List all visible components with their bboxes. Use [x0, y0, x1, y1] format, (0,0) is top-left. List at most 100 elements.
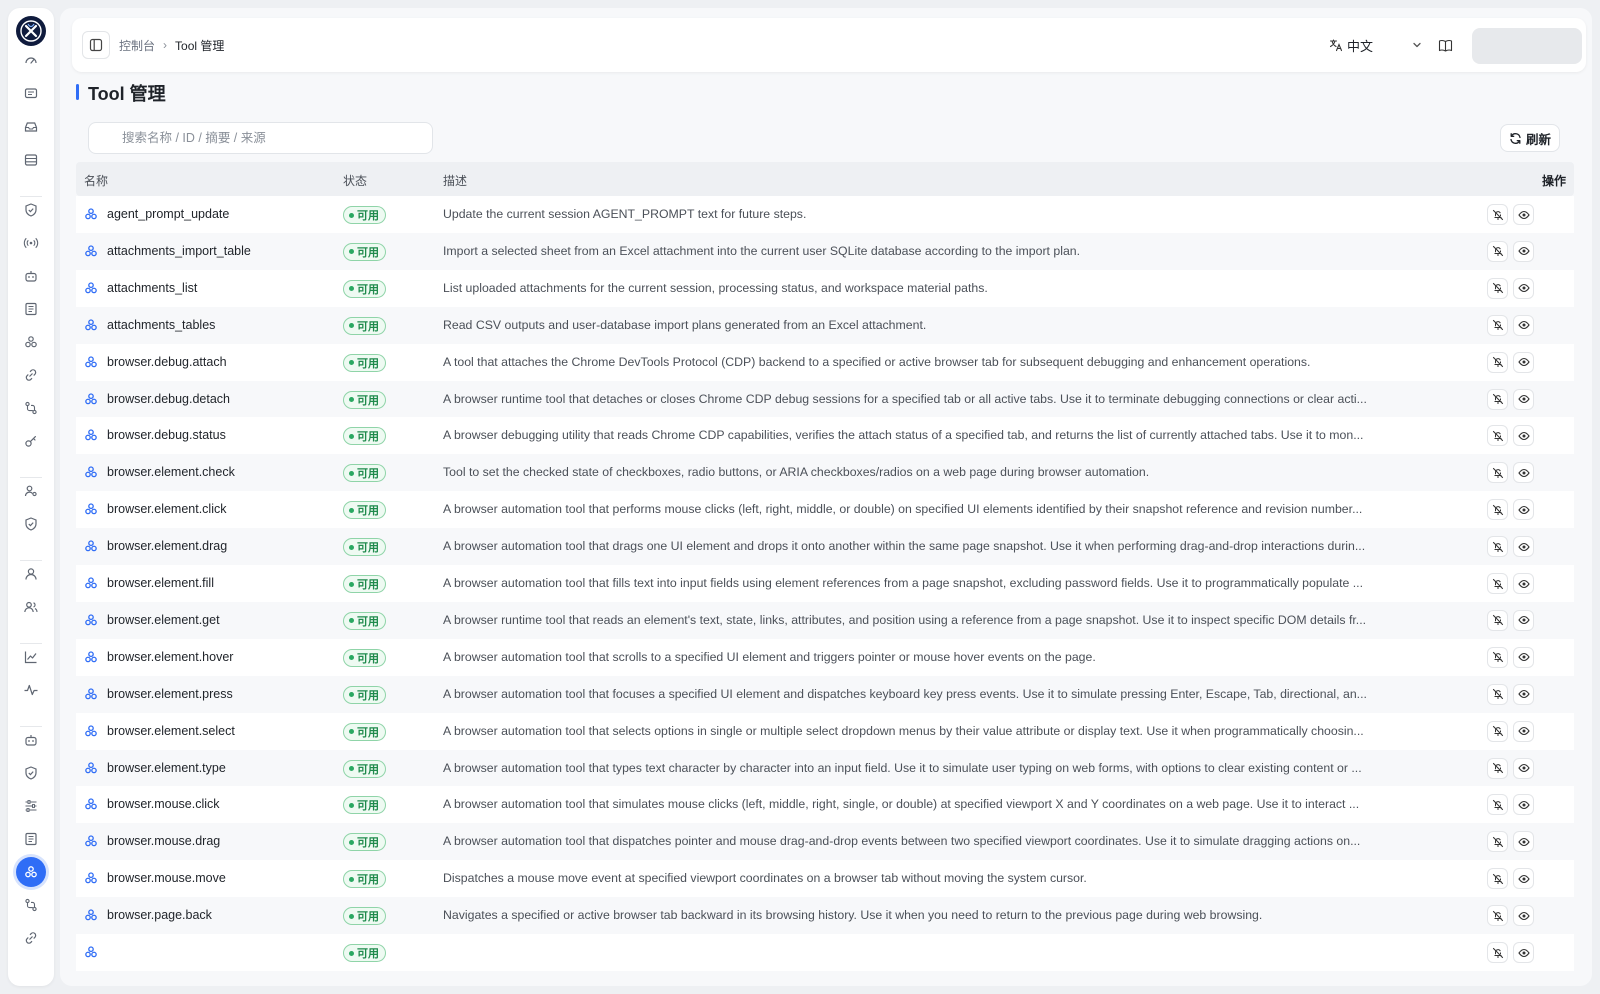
table-row[interactable]: browser.element.select 可用 A browser automa… [76, 712, 1574, 750]
disable-button[interactable] [1487, 683, 1508, 705]
table-row[interactable]: browser.page.back 可用 Navigates a specified… [76, 897, 1574, 935]
x-logo[interactable] [16, 16, 46, 46]
view-button[interactable] [1513, 720, 1534, 742]
table-row[interactable]: attachments_tables 可用 Read CSV outputs and… [76, 306, 1574, 344]
tool-name[interactable]: agent_prompt_update [107, 207, 229, 221]
view-button[interactable] [1513, 204, 1534, 225]
table-row[interactable]: browser.debug.attach 可用 A tool that attach… [76, 343, 1574, 381]
view-button[interactable] [1513, 794, 1534, 816]
view-button[interactable] [1513, 499, 1534, 521]
tool-name[interactable]: browser.element.hover [107, 650, 233, 664]
chevron-down-icon[interactable] [1407, 35, 1427, 55]
disable-button[interactable] [1487, 204, 1508, 225]
disable-button[interactable] [1487, 425, 1508, 447]
tool-name[interactable]: browser.element.press [107, 687, 233, 701]
tool-name[interactable]: browser.mouse.click [107, 797, 220, 811]
breadcrumb-home[interactable]: 控制台 [119, 37, 155, 54]
sidebar-item-activity[interactable] [16, 675, 46, 705]
disable-button[interactable] [1487, 942, 1508, 963]
view-button[interactable] [1513, 462, 1534, 484]
view-button[interactable] [1513, 314, 1534, 336]
sidebar-item-notebook[interactable] [16, 824, 46, 854]
table-row[interactable]: browser.element.hover 可用 A browser automat… [76, 638, 1574, 676]
view-button[interactable] [1513, 942, 1534, 963]
tool-name[interactable]: browser.element.click [107, 502, 227, 516]
table-row[interactable]: browser.element.check 可用 Tool to set the c… [76, 454, 1574, 492]
disable-button[interactable] [1487, 831, 1508, 853]
view-button[interactable] [1513, 646, 1534, 668]
sidebar-item-shield[interactable] [16, 509, 46, 539]
tool-name[interactable]: browser.element.drag [107, 539, 227, 553]
table-row[interactable]: browser.debug.status 可用 A browser debuggin… [76, 417, 1574, 455]
sidebar-item-route[interactable] [16, 890, 46, 920]
tool-name[interactable]: browser.debug.status [107, 428, 226, 442]
sidebar-item-user[interactable] [16, 559, 46, 589]
table-row[interactable]: attachments_list 可用 List uploaded attachme… [76, 269, 1574, 307]
table-row[interactable]: attachments_import_table 可用 Import a selec… [76, 232, 1574, 270]
sidebar-item-cluster[interactable] [16, 327, 46, 357]
view-button[interactable] [1513, 757, 1534, 779]
disable-button[interactable] [1487, 314, 1508, 336]
search-input[interactable] [89, 123, 432, 153]
sidebar-item-bot[interactable] [16, 725, 46, 755]
view-button[interactable] [1513, 425, 1534, 447]
disable-button[interactable] [1487, 277, 1508, 299]
view-button[interactable] [1513, 277, 1534, 299]
tool-name[interactable]: browser.debug.attach [107, 355, 227, 369]
disable-button[interactable] [1487, 794, 1508, 816]
sidebar-item-line-chart[interactable] [16, 642, 46, 672]
sidebar-item-link[interactable] [16, 923, 46, 953]
language-selector[interactable]: 中文 [1329, 35, 1373, 55]
view-button[interactable] [1513, 868, 1534, 890]
sidebar-item-users[interactable] [16, 592, 46, 622]
sidebar-item-shield-check[interactable] [16, 195, 46, 225]
sidebar-item-link[interactable] [16, 360, 46, 390]
disable-button[interactable] [1487, 462, 1508, 484]
table-row[interactable]: browser.element.get 可用 A browser runtime t… [76, 601, 1574, 639]
table-row[interactable]: browser.mouse.click 可用 A browser automatio… [76, 786, 1574, 824]
sidebar-item-shield-check[interactable] [16, 758, 46, 788]
tool-name[interactable]: browser.element.get [107, 613, 220, 627]
disable-button[interactable] [1487, 646, 1508, 668]
table-row[interactable]: browser.element.type 可用 A browser automati… [76, 749, 1574, 787]
sidebar-item-tools[interactable] [16, 857, 46, 887]
disable-button[interactable] [1487, 905, 1508, 927]
sidebar-toggle-button[interactable] [82, 31, 110, 59]
view-button[interactable] [1513, 683, 1534, 705]
table-row[interactable]: agent_prompt_update 可用 Update the current … [76, 196, 1574, 233]
tool-name[interactable]: browser.mouse.drag [107, 834, 220, 848]
disable-button[interactable] [1487, 499, 1508, 521]
disable-button[interactable] [1487, 351, 1508, 373]
sidebar-item-sliders[interactable] [16, 791, 46, 821]
disable-button[interactable] [1487, 388, 1508, 410]
view-button[interactable] [1513, 388, 1534, 410]
disable-button[interactable] [1487, 757, 1508, 779]
table-row[interactable]: browser.element.press 可用 A browser automat… [76, 675, 1574, 713]
sidebar-item-broadcast[interactable] [16, 228, 46, 258]
disable-button[interactable] [1487, 720, 1508, 742]
tool-name[interactable]: browser.element.check [107, 465, 235, 479]
sidebar-item-route[interactable] [16, 393, 46, 423]
view-button[interactable] [1513, 573, 1534, 594]
user-menu[interactable] [1472, 28, 1582, 64]
disable-button[interactable] [1487, 573, 1508, 594]
column-header-description[interactable]: 描述 [443, 172, 467, 189]
table-row[interactable]: 可用 [76, 934, 1574, 971]
disable-button[interactable] [1487, 868, 1508, 890]
sidebar-item-chat[interactable] [16, 79, 46, 109]
tool-name[interactable]: browser.mouse.move [107, 871, 226, 885]
docs-button[interactable] [1434, 34, 1456, 56]
tool-name[interactable]: attachments_tables [107, 318, 215, 332]
view-button[interactable] [1513, 905, 1534, 927]
sidebar-item-user-settings[interactable] [16, 476, 46, 506]
view-button[interactable] [1513, 351, 1534, 373]
column-header-status[interactable]: 状态 [343, 172, 367, 189]
tool-name[interactable]: browser.element.type [107, 761, 226, 775]
sidebar-item-document-list[interactable] [16, 294, 46, 324]
tool-name[interactable]: attachments_import_table [107, 244, 251, 258]
view-button[interactable] [1513, 609, 1534, 631]
sidebar-item-key[interactable] [16, 426, 46, 456]
sidebar-item-inbox[interactable] [16, 112, 46, 142]
table-row[interactable]: browser.debug.detach 可用 A browser runtime … [76, 380, 1574, 418]
table-row[interactable]: browser.element.fill 可用 A browser automati… [76, 565, 1574, 602]
